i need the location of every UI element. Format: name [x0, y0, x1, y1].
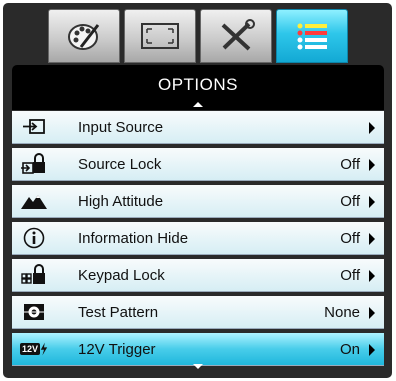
test-pattern-icon — [20, 301, 48, 323]
tab-setup[interactable] — [200, 9, 272, 63]
screen-resize-icon — [141, 23, 179, 49]
option-label: Input Source — [78, 119, 164, 136]
source-lock-icon — [20, 153, 48, 175]
option-value: None — [324, 304, 360, 321]
menu-tabs — [48, 9, 348, 63]
option-information-hide[interactable]: Information Hide Off — [12, 222, 384, 255]
option-keypad-lock[interactable]: Keypad Lock Off — [12, 259, 384, 292]
options-list: Input Source Source Lock Off High Attitu… — [12, 111, 384, 370]
keypad-lock-icon — [20, 264, 48, 286]
tab-image[interactable] — [48, 9, 120, 63]
chevron-right-icon[interactable] — [369, 307, 375, 319]
chevron-right-icon[interactable] — [369, 270, 375, 282]
high-altitude-icon — [20, 190, 48, 212]
menu-header: OPTIONS — [12, 65, 384, 110]
option-label: Source Lock — [78, 156, 162, 173]
option-label: Keypad Lock — [78, 267, 165, 284]
option-source-lock[interactable]: Source Lock Off — [12, 148, 384, 181]
input-source-icon — [20, 116, 48, 138]
chevron-right-icon[interactable] — [369, 196, 375, 208]
chevron-right-icon[interactable] — [369, 122, 375, 134]
info-icon — [20, 227, 48, 249]
option-value: Off — [340, 267, 360, 284]
option-value: Off — [340, 193, 360, 210]
option-high-attitude[interactable]: High Attitude Off — [12, 185, 384, 218]
tab-options[interactable] — [276, 9, 348, 63]
12v-badge: 12V — [20, 343, 41, 355]
chevron-right-icon[interactable] — [369, 344, 375, 356]
option-label: Information Hide — [78, 230, 189, 247]
chevron-right-icon[interactable] — [369, 159, 375, 171]
tools-icon — [221, 19, 255, 51]
osd-menu: OPTIONS Input Source Source Lock Off Hig… — [3, 3, 392, 378]
12v-trigger-icon: 12V — [20, 338, 48, 360]
option-value: On — [339, 341, 360, 358]
tab-display[interactable] — [124, 9, 196, 63]
option-label: Test Pattern — [78, 304, 159, 321]
page-title: OPTIONS — [157, 75, 238, 94]
option-12v-trigger[interactable]: 12V 12V Trigger On — [12, 333, 384, 366]
option-value: Off — [340, 230, 360, 247]
option-label: High Attitude — [78, 193, 164, 210]
option-test-pattern[interactable]: Test Pattern None — [12, 296, 384, 329]
palette-icon — [68, 24, 100, 50]
list-menu-icon — [297, 23, 327, 50]
option-value: Off — [340, 156, 360, 173]
option-label: 12V Trigger — [78, 341, 156, 358]
option-input-source[interactable]: Input Source — [12, 111, 384, 144]
scroll-down-icon[interactable] — [193, 364, 203, 369]
chevron-right-icon[interactable] — [369, 233, 375, 245]
scroll-up-icon[interactable] — [193, 102, 203, 107]
